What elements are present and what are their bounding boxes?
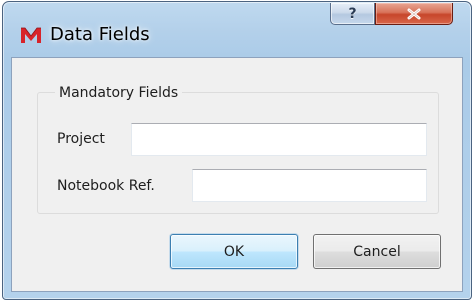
cancel-button[interactable]: Cancel (313, 234, 441, 269)
window-title: Data Fields (50, 24, 150, 45)
project-label: Project (57, 131, 105, 147)
group-title: Mandatory Fields (55, 84, 183, 102)
app-logo-m-icon (21, 27, 41, 43)
close-button[interactable] (375, 3, 453, 25)
project-input[interactable] (131, 123, 427, 156)
help-question-icon: ? (348, 5, 357, 22)
notebook-ref-input[interactable] (192, 169, 427, 202)
close-icon (407, 8, 421, 19)
title-bar[interactable]: Data Fields ? (3, 2, 471, 58)
notebook-ref-label: Notebook Ref. (57, 178, 155, 194)
help-button[interactable]: ? (330, 3, 375, 25)
ok-button[interactable]: OK (170, 234, 298, 269)
